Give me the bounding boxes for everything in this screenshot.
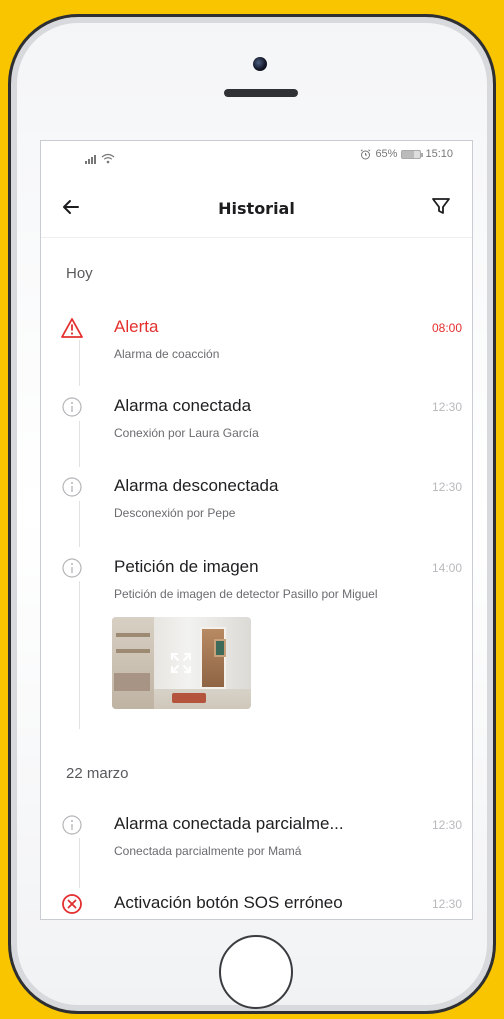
app-header: Historial	[41, 189, 472, 229]
status-bar: 65% 15:10	[41, 141, 472, 169]
battery-icon	[401, 149, 424, 159]
alarm-clock-icon	[361, 148, 371, 159]
info-icon	[62, 558, 82, 578]
front-camera	[253, 57, 267, 71]
filter-icon	[432, 198, 450, 214]
warning-triangle-icon	[61, 318, 83, 338]
event-time: 12:30	[431, 897, 462, 911]
timeline-connector	[79, 421, 80, 467]
event-title: Alarma desconectada	[114, 476, 279, 495]
info-icon	[62, 477, 82, 497]
event-title: Alarma conectada parcialme...	[114, 814, 344, 833]
thumbnail-rug	[172, 693, 206, 703]
section-title-date: 22 marzo	[66, 765, 129, 782]
thumbnail-shelf	[116, 649, 150, 653]
event-subtitle: Petición de imagen de detector Pasillo p…	[114, 587, 378, 601]
phone-frame: 65% 15:10 Historial Hoy Alerta 08:00 Ala…	[8, 14, 496, 1014]
detector-image-thumbnail[interactable]	[112, 617, 251, 709]
event-time: 12:30	[431, 818, 462, 832]
status-left	[85, 151, 115, 164]
header-divider	[41, 237, 472, 238]
event-title: Activación botón SOS erróneo	[114, 893, 343, 912]
thumbnail-shelf	[116, 633, 150, 637]
event-subtitle: Conectada parcialmente por Mamá	[114, 844, 302, 858]
timeline-connector	[79, 340, 80, 386]
section-title-today: Hoy	[66, 265, 93, 282]
event-subtitle: Conexión por Laura García	[114, 426, 259, 440]
thumbnail-bench	[114, 673, 150, 691]
timeline-connector	[79, 581, 80, 729]
thumbnail-wall	[112, 617, 154, 709]
home-button[interactable]	[219, 935, 293, 1009]
status-right: 65% 15:10	[360, 148, 453, 160]
status-time: 15:10	[425, 148, 453, 160]
app-screen: 65% 15:10 Historial Hoy Alerta 08:00 Ala…	[40, 140, 473, 920]
expand-icon[interactable]	[169, 651, 193, 675]
event-subtitle: Desconexión por Pepe	[114, 506, 236, 520]
info-icon	[62, 815, 82, 835]
timeline-connector	[79, 501, 80, 547]
earpiece-speaker	[224, 89, 298, 97]
error-x-icon	[62, 894, 82, 914]
timeline-connector	[79, 838, 80, 888]
event-subtitle: Alarma de coacción	[114, 347, 220, 361]
event-time: 12:30	[431, 480, 462, 494]
event-title: Alerta	[114, 317, 159, 336]
wifi-icon	[101, 153, 115, 164]
filter-button[interactable]	[430, 195, 452, 217]
info-icon	[62, 397, 82, 417]
event-title: Petición de imagen	[114, 557, 259, 576]
signal-icon	[85, 151, 97, 164]
event-time: 12:30	[431, 400, 462, 414]
thumbnail-picture	[214, 639, 226, 657]
thumbnail-door	[200, 627, 226, 689]
event-title: Alarma conectada	[114, 396, 252, 415]
battery-percent: 65%	[375, 148, 398, 160]
event-time: 14:00	[431, 561, 462, 575]
page-title: Historial	[218, 199, 295, 218]
event-time: 08:00	[431, 321, 462, 335]
